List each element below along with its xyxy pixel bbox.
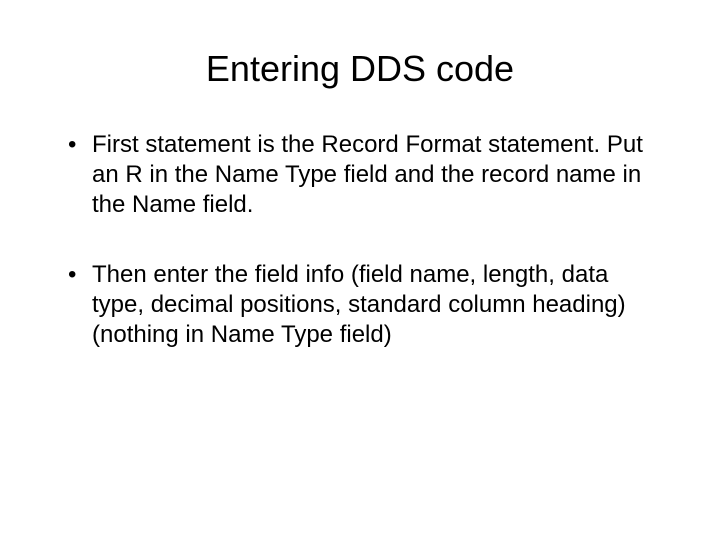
bullet-text: First statement is the Record Format sta…: [92, 130, 660, 220]
bullet-text: Then enter the field info (field name, l…: [92, 260, 660, 350]
bullet-item: • First statement is the Record Format s…: [68, 130, 660, 220]
slide-content: • First statement is the Record Format s…: [0, 130, 720, 350]
bullet-item: • Then enter the field info (field name,…: [68, 260, 660, 350]
bullet-marker-icon: •: [68, 130, 92, 160]
bullet-marker-icon: •: [68, 260, 92, 290]
slide-title: Entering DDS code: [0, 0, 720, 130]
